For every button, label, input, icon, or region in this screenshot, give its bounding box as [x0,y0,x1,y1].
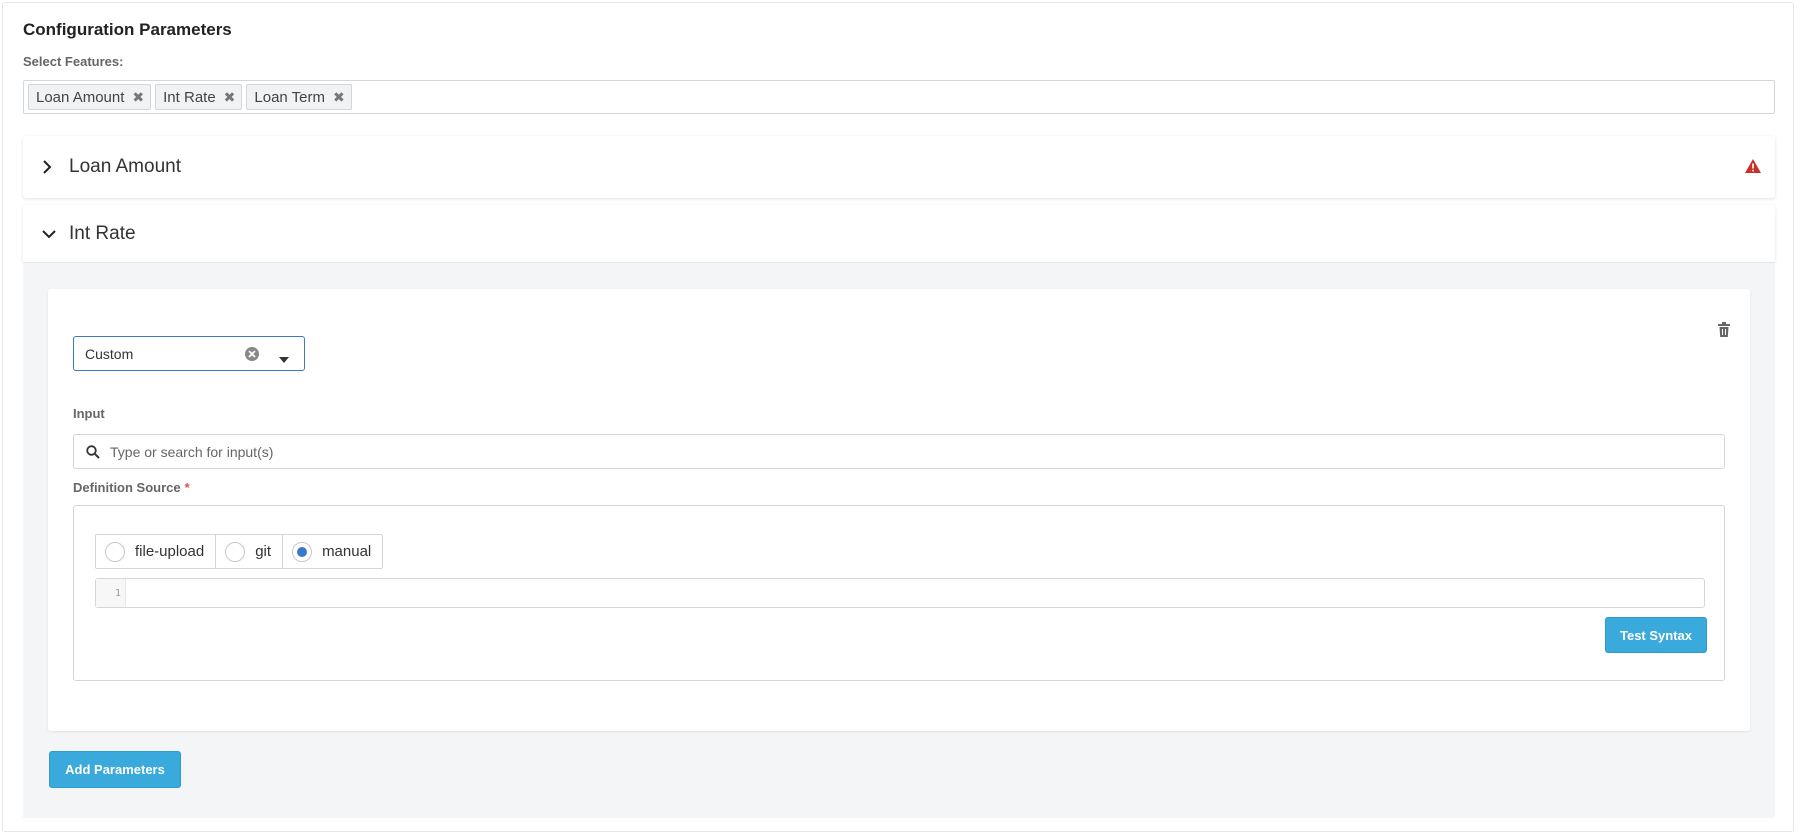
radio-dot [297,546,308,557]
radio-circle-selected [292,541,313,562]
input-search-field[interactable] [73,434,1725,469]
remove-chip-icon[interactable]: ✖ [224,90,236,104]
code-editor[interactable]: 1 [95,578,1705,608]
chip-label: Loan Amount [36,88,125,106]
radio-label: git [255,543,272,560]
definition-source-label: Definition Source * [73,480,190,495]
required-marker: * [184,480,190,495]
select-value: Custom [85,345,134,362]
search-icon [86,444,100,459]
page-title: Configuration Parameters [23,20,232,39]
radio-circle [225,541,246,562]
feature-chip-loan-term: Loan Term ✖ [246,84,352,110]
radio-manual[interactable]: manual [283,535,382,568]
parameter-type-select[interactable]: Custom [73,336,305,371]
source-radio-group: file-upload git manual [95,534,384,569]
add-parameters-button[interactable]: Add Parameters [49,751,181,788]
panel-title: Int Rate [69,222,136,244]
feature-chip-loan-amount: Loan Amount ✖ [28,84,152,110]
parameter-card: Custom Input Definition Source* [48,289,1750,731]
input-search-text[interactable] [108,442,1712,461]
radio-label: manual [322,543,372,560]
panel-header-int-rate[interactable]: Int Rate [23,205,1775,262]
definition-source-box: file-upload git manual 1 Test Syntax [73,505,1725,681]
line-number: 1 [96,579,126,607]
test-syntax-button[interactable]: Test Syntax [1605,617,1707,653]
code-input-area[interactable] [126,579,1704,607]
definition-source-text: Definition Source [73,480,181,495]
chevron-down-icon[interactable] [279,350,289,366]
chip-label: Loan Term [254,88,326,106]
chevron-down-icon [41,228,67,240]
panel-loan-amount: Loan Amount [23,136,1775,198]
radio-file-upload[interactable]: file-upload [96,535,217,568]
chevron-right-icon [41,159,67,175]
remove-chip-icon[interactable]: ✖ [333,90,345,104]
panel-body-int-rate: Custom Input Definition Source* [23,262,1775,818]
radio-git[interactable]: git [216,535,284,568]
input-label: Input [73,406,105,421]
radio-circle [105,541,125,562]
trash-icon[interactable] [1718,322,1730,342]
clear-icon[interactable] [244,346,260,365]
panel-title: Loan Amount [69,156,181,177]
panel-int-rate: Int Rate [23,205,1775,262]
select-features-label: Select Features: [23,54,124,69]
feature-chip-int-rate: Int Rate ✖ [155,84,243,110]
feature-multiselect[interactable]: Loan Amount ✖ Int Rate ✖ Loan Term ✖ [23,80,1775,114]
remove-chip-icon[interactable]: ✖ [132,90,144,104]
warning-icon [1745,159,1761,178]
chip-label: Int Rate [163,88,216,106]
panel-header-loan-amount[interactable]: Loan Amount [23,136,1775,198]
radio-label: file-upload [135,543,205,560]
